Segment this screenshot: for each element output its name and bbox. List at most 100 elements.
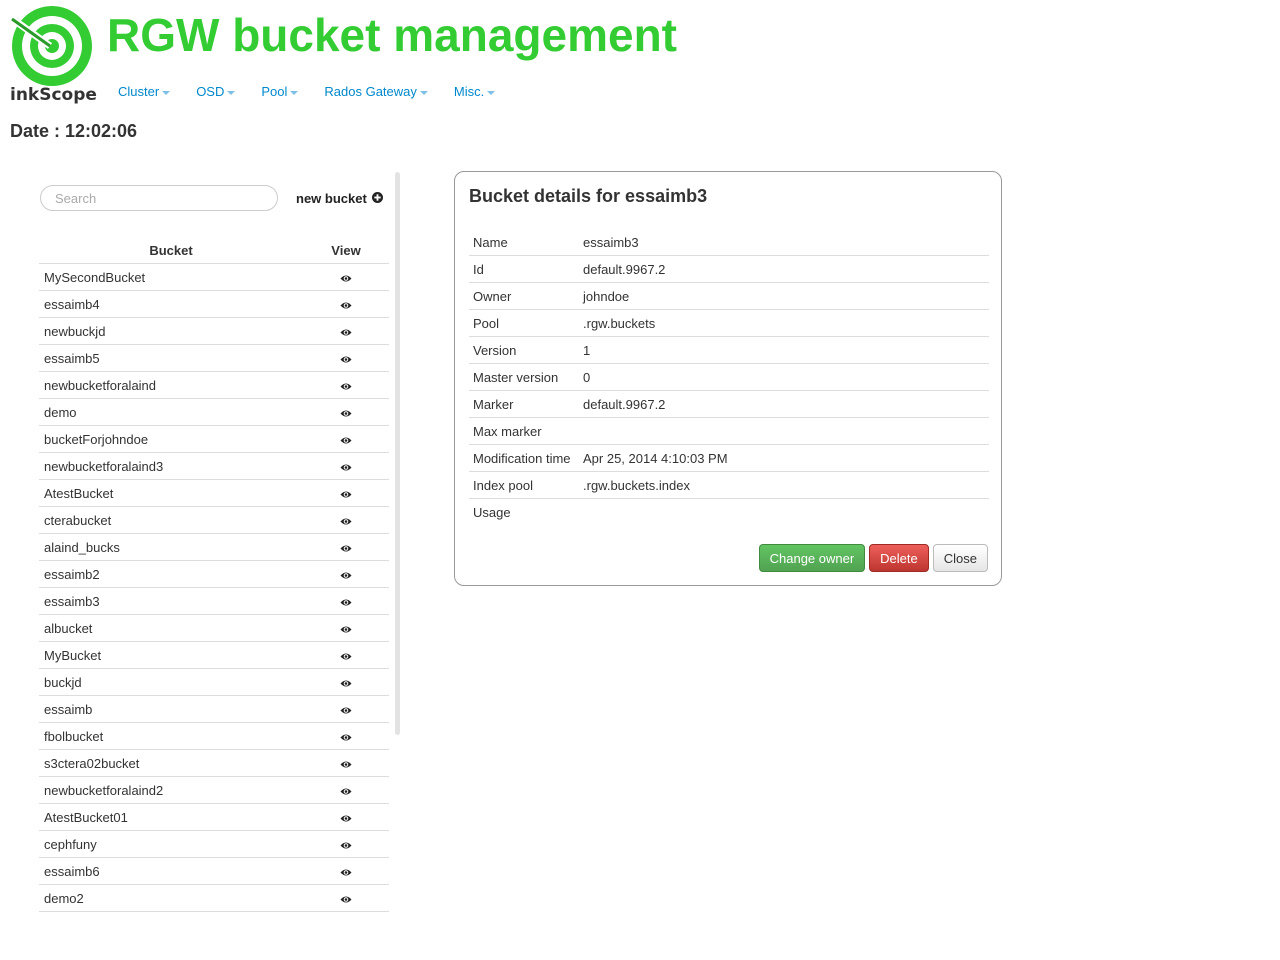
eye-icon[interactable] xyxy=(340,868,352,877)
column-header-view[interactable]: View xyxy=(303,232,389,264)
view-bucket-cell[interactable] xyxy=(303,668,389,696)
bucket-list-scrollbar[interactable] xyxy=(395,172,400,735)
new-bucket-button[interactable]: new bucket xyxy=(296,191,383,206)
table-row: cterabucket xyxy=(39,506,389,534)
view-bucket-cell[interactable] xyxy=(303,884,389,912)
eye-icon[interactable] xyxy=(340,328,352,337)
caret-down-icon xyxy=(162,90,171,95)
table-row: essaimb6 xyxy=(39,857,389,885)
bucket-name-cell: albucket xyxy=(39,614,303,642)
table-row: MyBucket xyxy=(39,641,389,669)
nav-osd[interactable]: OSD xyxy=(196,84,236,99)
table-row: essaimb3 xyxy=(39,587,389,615)
main-nav: Cluster OSD Pool Rados Gateway Misc. xyxy=(118,84,521,99)
search-input[interactable] xyxy=(40,185,278,211)
nav-cluster[interactable]: Cluster xyxy=(118,84,171,99)
detail-row: Id default.9967.2 xyxy=(469,255,989,283)
bucket-name-cell: essaimb4 xyxy=(39,290,303,318)
detail-row: Usage xyxy=(469,498,989,525)
eye-icon[interactable] xyxy=(340,625,352,634)
bucket-name-cell: newbucketforalaind3 xyxy=(39,452,303,480)
detail-row: Marker default.9967.2 xyxy=(469,390,989,418)
eye-icon[interactable] xyxy=(340,274,352,283)
table-row: newbucketforalaind xyxy=(39,371,389,399)
detail-key: Version xyxy=(469,336,579,364)
view-bucket-cell[interactable] xyxy=(303,857,389,885)
view-bucket-cell[interactable] xyxy=(303,695,389,723)
view-bucket-cell[interactable] xyxy=(303,371,389,399)
eye-icon[interactable] xyxy=(340,679,352,688)
view-bucket-cell[interactable] xyxy=(303,533,389,561)
bucket-table-body: MySecondBucket essaimb4 newbuckjd essaimb5 n… xyxy=(39,263,389,912)
view-bucket-cell[interactable] xyxy=(303,398,389,426)
view-bucket-cell[interactable] xyxy=(303,560,389,588)
view-bucket-cell[interactable] xyxy=(303,506,389,534)
bucket-name-cell: cephfuny xyxy=(39,830,303,858)
view-bucket-cell[interactable] xyxy=(303,290,389,318)
view-bucket-cell[interactable] xyxy=(303,830,389,858)
eye-icon[interactable] xyxy=(340,301,352,310)
view-bucket-cell[interactable] xyxy=(303,803,389,831)
view-bucket-cell[interactable] xyxy=(303,587,389,615)
eye-icon[interactable] xyxy=(340,733,352,742)
nav-misc[interactable]: Misc. xyxy=(454,84,496,99)
detail-key: Id xyxy=(469,255,579,283)
caret-down-icon xyxy=(487,90,496,95)
view-bucket-cell[interactable] xyxy=(303,317,389,345)
detail-key: Pool xyxy=(469,309,579,337)
nav-pool[interactable]: Pool xyxy=(261,84,299,99)
caret-down-icon xyxy=(227,90,236,95)
view-bucket-cell[interactable] xyxy=(303,776,389,804)
bucket-name-cell: buckjd xyxy=(39,668,303,696)
view-bucket-cell[interactable] xyxy=(303,641,389,669)
detail-key: Index pool xyxy=(469,471,579,499)
table-row: s3ctera02bucket xyxy=(39,749,389,777)
view-bucket-cell[interactable] xyxy=(303,344,389,372)
eye-icon[interactable] xyxy=(340,787,352,796)
logo-text: inkScope xyxy=(10,85,97,105)
eye-icon[interactable] xyxy=(340,409,352,418)
date-display: Date : 12:02:06 xyxy=(10,121,137,142)
column-header-bucket[interactable]: Bucket xyxy=(39,232,303,264)
delete-button[interactable]: Delete xyxy=(869,544,929,572)
table-row: bucketForjohndoe xyxy=(39,425,389,453)
eye-icon[interactable] xyxy=(340,490,352,499)
detail-row: Version 1 xyxy=(469,336,989,364)
eye-icon[interactable] xyxy=(340,544,352,553)
detail-value xyxy=(579,417,989,445)
detail-key: Modification time xyxy=(469,444,579,472)
change-owner-button[interactable]: Change owner xyxy=(758,544,866,572)
eye-icon[interactable] xyxy=(340,517,352,526)
eye-icon[interactable] xyxy=(340,841,352,850)
eye-icon[interactable] xyxy=(340,814,352,823)
nav-rados-gateway-label: Rados Gateway xyxy=(324,84,417,99)
view-bucket-cell[interactable] xyxy=(303,722,389,750)
table-row: MySecondBucket xyxy=(39,263,389,291)
target-logo-icon xyxy=(11,6,92,86)
eye-icon[interactable] xyxy=(340,598,352,607)
eye-icon[interactable] xyxy=(340,463,352,472)
view-bucket-cell[interactable] xyxy=(303,263,389,291)
view-bucket-cell[interactable] xyxy=(303,479,389,507)
detail-row: Master version 0 xyxy=(469,363,989,391)
eye-icon[interactable] xyxy=(340,895,352,904)
view-bucket-cell[interactable] xyxy=(303,749,389,777)
table-row: essaimb2 xyxy=(39,560,389,588)
bucket-name-cell: demo xyxy=(39,398,303,426)
table-row: alaind_bucks xyxy=(39,533,389,561)
nav-rados-gateway[interactable]: Rados Gateway xyxy=(324,84,428,99)
view-bucket-cell[interactable] xyxy=(303,425,389,453)
eye-icon[interactable] xyxy=(340,760,352,769)
eye-icon[interactable] xyxy=(340,652,352,661)
eye-icon[interactable] xyxy=(340,382,352,391)
table-row: essaimb4 xyxy=(39,290,389,318)
eye-icon[interactable] xyxy=(340,706,352,715)
view-bucket-cell[interactable] xyxy=(303,452,389,480)
detail-row: Max marker xyxy=(469,417,989,445)
detail-value: .rgw.buckets xyxy=(579,309,989,337)
eye-icon[interactable] xyxy=(340,571,352,580)
close-button[interactable]: Close xyxy=(932,544,988,572)
view-bucket-cell[interactable] xyxy=(303,614,389,642)
eye-icon[interactable] xyxy=(340,355,352,364)
eye-icon[interactable] xyxy=(340,436,352,445)
